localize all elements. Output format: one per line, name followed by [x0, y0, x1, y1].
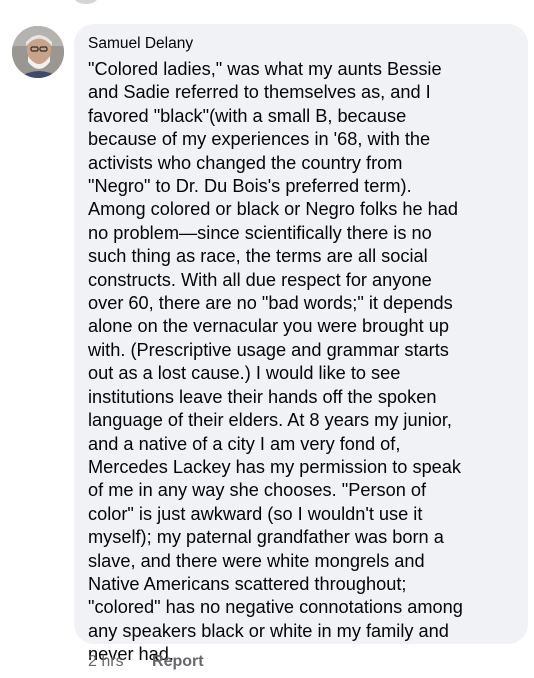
previous-comment-avatar[interactable]: [74, 0, 98, 4]
comment-timestamp[interactable]: 2 hrs: [88, 653, 124, 670]
comment-author[interactable]: Samuel Delany: [88, 34, 510, 54]
report-button[interactable]: Report: [152, 653, 204, 670]
comment-text: "Colored ladies," was what my aunts Bess…: [88, 59, 463, 665]
comment-meta: 2 hrs Report: [88, 652, 204, 672]
author-avatar[interactable]: [12, 26, 64, 78]
profile-photo-icon: [12, 26, 64, 78]
comment-bubble: Samuel Delany "Colored ladies," was what…: [74, 24, 528, 664]
